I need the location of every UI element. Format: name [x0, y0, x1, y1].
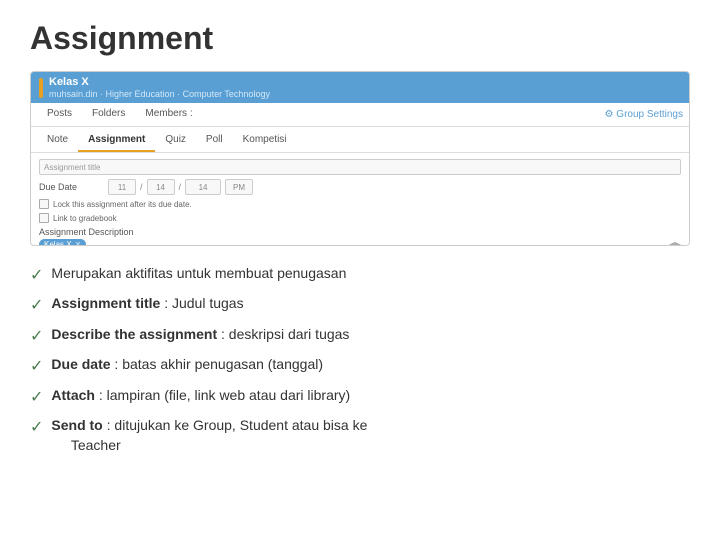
- bullet-list: ✓ Merupakan aktifitas untuk membuat penu…: [30, 264, 690, 455]
- gradebook-label: Link to gradebook: [53, 214, 117, 223]
- tab-group-settings[interactable]: ⚙ Group Settings: [605, 103, 683, 126]
- date-month[interactable]: 14: [147, 179, 175, 195]
- due-date-label: Due Date: [39, 182, 104, 192]
- screenshot-mockup: Kelas X muhsain.din · Higher Education ·…: [30, 71, 690, 246]
- description-label: Assignment Description: [39, 227, 681, 237]
- check-icon-2: ✓: [30, 295, 43, 317]
- check-icon-1: ✓: [30, 265, 43, 287]
- lock-checkbox-row: Lock this assignment after its due date.: [39, 199, 681, 209]
- date-year[interactable]: 14: [185, 179, 221, 195]
- date-day[interactable]: 11: [108, 179, 136, 195]
- check-icon-3: ✓: [30, 326, 43, 348]
- bullet-item-5: ✓ Attach : lampiran (file, link web atau…: [30, 386, 690, 409]
- mockup-header-title: Kelas X: [49, 76, 270, 88]
- mockup-header: Kelas X muhsain.din · Higher Education ·…: [31, 72, 689, 103]
- mockup-form: Assignment title Due Date 11 / 14 / 14 P…: [31, 153, 689, 246]
- subtab-kompetisi[interactable]: Kompetisi: [233, 129, 297, 152]
- tab-folders[interactable]: Folders: [82, 103, 135, 126]
- send-to-badge[interactable]: Kelas X ✕: [39, 239, 86, 246]
- subtab-assignment[interactable]: Assignment: [78, 129, 155, 152]
- badge-close-icon[interactable]: ✕: [75, 240, 82, 246]
- due-date-row: Due Date 11 / 14 / 14 PM: [39, 179, 681, 195]
- bullet-text-4: Due date : batas akhir penugasan (tangga…: [51, 355, 323, 375]
- check-icon-5: ✓: [30, 387, 43, 409]
- mockup-breadcrumb: muhsain.din · Higher Education · Compute…: [49, 89, 270, 99]
- bullet-item-1: ✓ Merupakan aktifitas untuk membuat penu…: [30, 264, 690, 287]
- mockup-subnav: Note Assignment Quiz Poll Kompetisi: [31, 127, 689, 153]
- bullet-text-6: Send to : ditujukan ke Group, Student at…: [51, 416, 367, 455]
- header-accent: [39, 78, 43, 98]
- gradebook-checkbox[interactable]: [39, 213, 49, 223]
- bullet-text-5: Attach : lampiran (file, link web atau d…: [51, 386, 350, 406]
- lock-checkbox-label: Lock this assignment after its due date.: [53, 200, 192, 209]
- check-icon-6: ✓: [30, 417, 43, 439]
- bullet-text-1: Merupakan aktifitas untuk membuat penuga…: [51, 264, 346, 284]
- bullet-item-6: ✓ Send to : ditujukan ke Group, Student …: [30, 416, 690, 455]
- tab-posts[interactable]: Posts: [37, 103, 82, 126]
- gradebook-row: Link to gradebook: [39, 213, 681, 223]
- date-sep1: /: [140, 182, 143, 192]
- subtab-poll[interactable]: Poll: [196, 129, 233, 152]
- page-container: Assignment Kelas X muhsain.din · Higher …: [0, 0, 720, 540]
- time-hour[interactable]: PM: [225, 179, 253, 195]
- bullet-item-2: ✓ Assignment title : Judul tugas: [30, 294, 690, 317]
- tab-members[interactable]: Members :: [135, 103, 202, 126]
- bullet-text-3: Describe the assignment : deskripsi dari…: [51, 325, 349, 345]
- bullet-text-2: Assignment title : Judul tugas: [51, 294, 243, 314]
- date-sep2: /: [179, 182, 182, 192]
- check-icon-4: ✓: [30, 356, 43, 378]
- lock-checkbox[interactable]: [39, 199, 49, 209]
- subtab-quiz[interactable]: Quiz: [155, 129, 196, 152]
- bullet-item-4: ✓ Due date : batas akhir penugasan (tang…: [30, 355, 690, 378]
- page-title: Assignment: [30, 20, 690, 57]
- assignment-title-row: Assignment title: [39, 159, 681, 175]
- char-count: ◀▶: [669, 240, 681, 246]
- subtab-note[interactable]: Note: [37, 129, 78, 152]
- bullet-item-3: ✓ Describe the assignment : deskripsi da…: [30, 325, 690, 348]
- mockup-nav: Posts Folders Members : ⚙ Group Settings: [31, 103, 689, 127]
- send-to-label: Kelas X: [44, 240, 72, 246]
- assignment-title-input[interactable]: Assignment title: [39, 159, 681, 175]
